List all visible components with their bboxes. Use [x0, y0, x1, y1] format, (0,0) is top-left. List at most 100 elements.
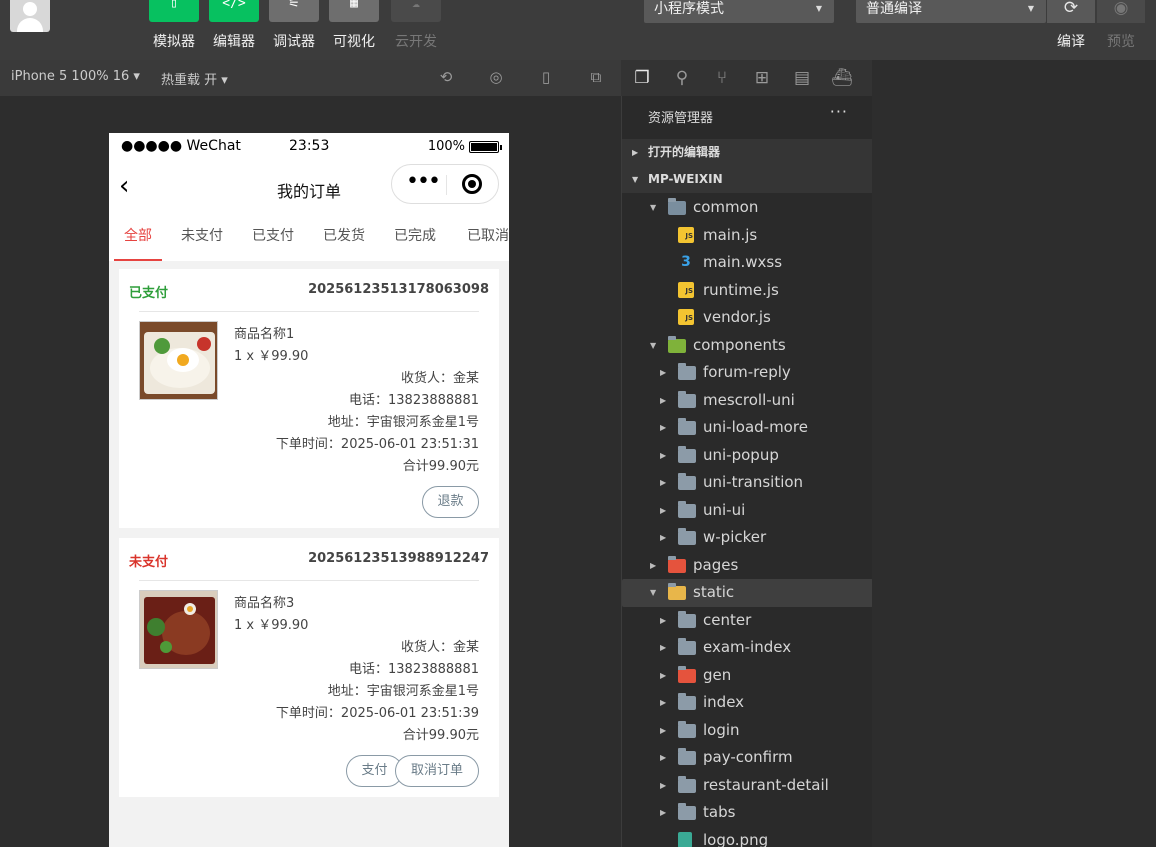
- eye-icon[interactable]: ◉: [1097, 0, 1145, 23]
- chevron-down-icon: ▼: [650, 203, 657, 212]
- rotate-icon[interactable]: ⟲: [437, 68, 455, 86]
- address-text: 地址：宇宙银河系金星1号: [327, 415, 479, 430]
- tree-item-label: tabs: [703, 803, 736, 821]
- product-image[interactable]: [139, 590, 218, 669]
- compile-label[interactable]: 编译: [1047, 31, 1095, 51]
- tree-item-w-picker[interactable]: ▶ w-picker: [622, 524, 872, 552]
- folder-icon: [668, 335, 686, 353]
- folder-icon: [678, 720, 696, 738]
- simulator-toolbar: iPhone 5 100% 16 ▾ 热重载 开 ▾ ⟲ ◎ ▯ ⧉: [0, 60, 621, 96]
- chevron-right-icon: ▶: [660, 643, 667, 652]
- receiver-text: 收货人：金某: [400, 640, 479, 655]
- tree-item-uni-load-more[interactable]: ▶ uni-load-more: [622, 414, 872, 442]
- folder-icon: [678, 665, 696, 683]
- refresh-icon[interactable]: ⟳: [1047, 0, 1095, 23]
- receiver-text: 收货人：金某: [400, 371, 479, 386]
- tree-item-vendor-js[interactable]: JS vendor.js: [622, 304, 872, 332]
- visual-label: 可视化: [333, 34, 375, 50]
- tree-item-runtime-js[interactable]: JS runtime.js: [622, 277, 872, 305]
- tree-item-logo-png[interactable]: logo.png: [622, 827, 872, 847]
- chevron-down-icon: ▼: [650, 588, 657, 597]
- docker-icon[interactable]: ⛴: [831, 67, 853, 89]
- tree-item-main-js[interactable]: JS main.js: [622, 222, 872, 250]
- tree-item-label: restaurant-detail: [703, 775, 829, 794]
- tab-unpaid[interactable]: 未支付: [175, 213, 229, 261]
- chevron-right-icon: ▶: [632, 148, 639, 157]
- files-icon[interactable]: ❐: [631, 67, 653, 89]
- chevron-right-icon: ▶: [660, 615, 667, 625]
- folder-icon: [678, 500, 696, 518]
- explorer-panel: 资源管理器 ··· ▶ 打开的编辑器 ▼ MP-WEIXIN ▼ common JS…: [621, 96, 872, 847]
- project-label: MP-WEIXIN: [648, 172, 723, 186]
- close-circle-icon[interactable]: [462, 174, 482, 194]
- project-section[interactable]: ▼ MP-WEIXIN: [622, 166, 872, 193]
- tree-item-static[interactable]: ▼ static: [622, 579, 872, 607]
- tree-item-common[interactable]: ▼ common: [622, 194, 872, 222]
- refund-button[interactable]: 退款: [422, 486, 479, 518]
- preview-label[interactable]: 预览: [1097, 31, 1145, 51]
- popout-icon[interactable]: ⧉: [587, 68, 605, 86]
- chevron-down-icon: ▼: [650, 340, 657, 350]
- tab-shipped[interactable]: 已发货: [317, 213, 371, 261]
- tree-item-uni-popup[interactable]: ▶ uni-popup: [622, 442, 872, 470]
- extensions-icon[interactable]: ⊞: [751, 67, 773, 89]
- cancel-order-button[interactable]: 取消订单: [395, 755, 479, 787]
- avatar-body-shape: [17, 18, 43, 32]
- tree-item-main-wxss[interactable]: 3 main.wxss: [622, 249, 872, 277]
- tree-item-pages[interactable]: ▶ pages: [622, 552, 872, 580]
- folder-icon: [668, 555, 686, 573]
- tree-item-tabs[interactable]: ▶ tabs: [622, 799, 872, 827]
- source-control-icon[interactable]: ⑂: [711, 67, 733, 89]
- mode-select[interactable]: 小程序模式 ▼: [644, 0, 834, 23]
- tree-item-index[interactable]: ▶ index: [622, 689, 872, 717]
- folder-icon: [668, 198, 686, 215]
- compile-select[interactable]: 普通编译 ▼: [856, 0, 1046, 23]
- tree-item-forum-reply[interactable]: ▶ forum-reply: [622, 359, 872, 387]
- tree-item-pay-confirm[interactable]: ▶ pay-confirm: [622, 744, 872, 772]
- folder-icon: [678, 528, 696, 545]
- order-status: 未支付: [129, 555, 169, 570]
- storage-icon[interactable]: ▤: [791, 67, 813, 89]
- search-icon[interactable]: ⚲: [671, 67, 693, 89]
- more-dots-icon[interactable]: •••: [406, 169, 441, 194]
- js-file-icon: JS: [678, 281, 694, 298]
- tree-item-uni-ui[interactable]: ▶ uni-ui: [622, 497, 872, 525]
- tree-item-gen[interactable]: ▶ gen: [622, 662, 872, 690]
- folder-icon: [678, 693, 696, 710]
- cloud-icon: ☁: [412, 0, 420, 11]
- phone-icon[interactable]: ▯: [537, 68, 555, 86]
- stop-icon[interactable]: ◎: [487, 68, 505, 86]
- tree-item-label: main.wxss: [703, 253, 783, 271]
- debugger-label: 调试器: [273, 34, 315, 50]
- tree-item-uni-transition[interactable]: ▶ uni-transition: [622, 469, 872, 497]
- menu-capsule: •••: [391, 164, 499, 204]
- tree-item-center[interactable]: ▶ center: [622, 607, 872, 635]
- tree-item-components[interactable]: ▼ components: [622, 332, 872, 360]
- folder-icon: [668, 583, 686, 600]
- device-select[interactable]: iPhone 5 100% 16 ▾: [11, 69, 140, 84]
- compile-select-value: 普通编译: [866, 1, 922, 17]
- more-icon[interactable]: ···: [830, 102, 848, 121]
- tree-item-exam-index[interactable]: ▶ exam-index: [622, 634, 872, 662]
- tree-item-mescroll-uni[interactable]: ▶ mescroll-uni: [622, 387, 872, 415]
- hot-reload-select[interactable]: 热重载 开 ▾: [161, 69, 228, 88]
- tab-cancelled[interactable]: 已取消: [461, 213, 509, 261]
- open-editors-section[interactable]: ▶ 打开的编辑器: [622, 139, 872, 166]
- tree-item-login[interactable]: ▶ login: [622, 717, 872, 745]
- tree-item-restaurant-detail[interactable]: ▶ restaurant-detail: [622, 772, 872, 800]
- tab-completed[interactable]: 已完成: [388, 213, 442, 261]
- tree-item-label: gen: [703, 665, 732, 684]
- folder-icon: [678, 445, 696, 463]
- user-avatar[interactable]: [10, 0, 50, 32]
- tab-paid[interactable]: 已支付: [246, 213, 300, 261]
- chevron-down-icon: ▼: [632, 175, 639, 184]
- css-file-icon: 3: [681, 254, 691, 270]
- tab-all[interactable]: 全部: [114, 213, 162, 261]
- tree-item-label: uni-popup: [703, 445, 779, 464]
- product-image[interactable]: [139, 321, 218, 400]
- avatar-head-shape: [23, 2, 37, 16]
- tree-item-label: uni-load-more: [703, 418, 808, 436]
- chevron-right-icon: ▶: [660, 395, 667, 405]
- order-time-text: 下单时间：2025-06-01 23:51:31: [275, 437, 479, 452]
- folder-icon: [678, 803, 696, 820]
